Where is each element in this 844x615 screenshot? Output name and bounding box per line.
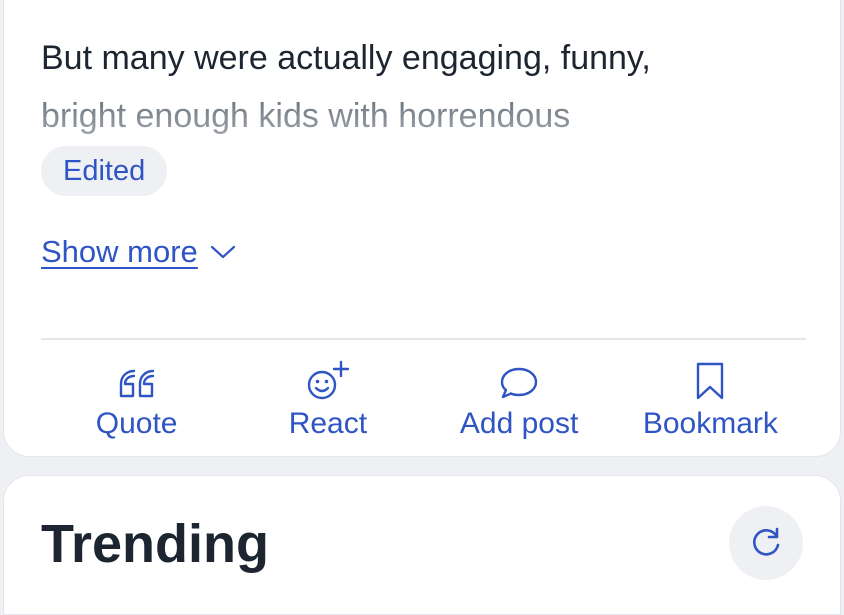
post-card: But many were actually engaging, funny, … [3, 0, 841, 457]
add-post-label: Add post [459, 407, 579, 440]
speech-bubble-icon [500, 367, 538, 399]
trending-title: Trending [41, 514, 269, 574]
bookmark-label: Bookmark [642, 407, 778, 440]
post-text-line-1: But many were actually engaging, funny, [41, 39, 651, 77]
quote-icon [119, 369, 154, 398]
divider [41, 338, 806, 340]
post-text-line-2: bright enough kids with horrendous [41, 87, 801, 145]
react-label: React [288, 407, 368, 440]
add-post-button[interactable]: Add post [424, 361, 615, 441]
quote-button[interactable]: Quote [41, 361, 232, 441]
refresh-icon [753, 527, 780, 556]
chevron-down-icon [210, 245, 235, 259]
show-more-link[interactable]: Show more [41, 234, 236, 270]
post-actions: Quote React Add post Bookmark [41, 360, 806, 441]
show-more-label: Show more [41, 234, 198, 269]
refresh-button[interactable] [729, 506, 803, 580]
trending-card: Trending [3, 475, 841, 615]
bookmark-button[interactable]: Bookmark [615, 361, 806, 441]
quote-label: Quote [95, 407, 178, 440]
smiley-plus-icon [307, 360, 350, 400]
edited-badge: Edited [41, 146, 168, 196]
react-button[interactable]: React [232, 360, 423, 441]
bookmark-icon [697, 362, 724, 400]
post-body: But many were actually engaging, funny, … [41, 29, 801, 145]
